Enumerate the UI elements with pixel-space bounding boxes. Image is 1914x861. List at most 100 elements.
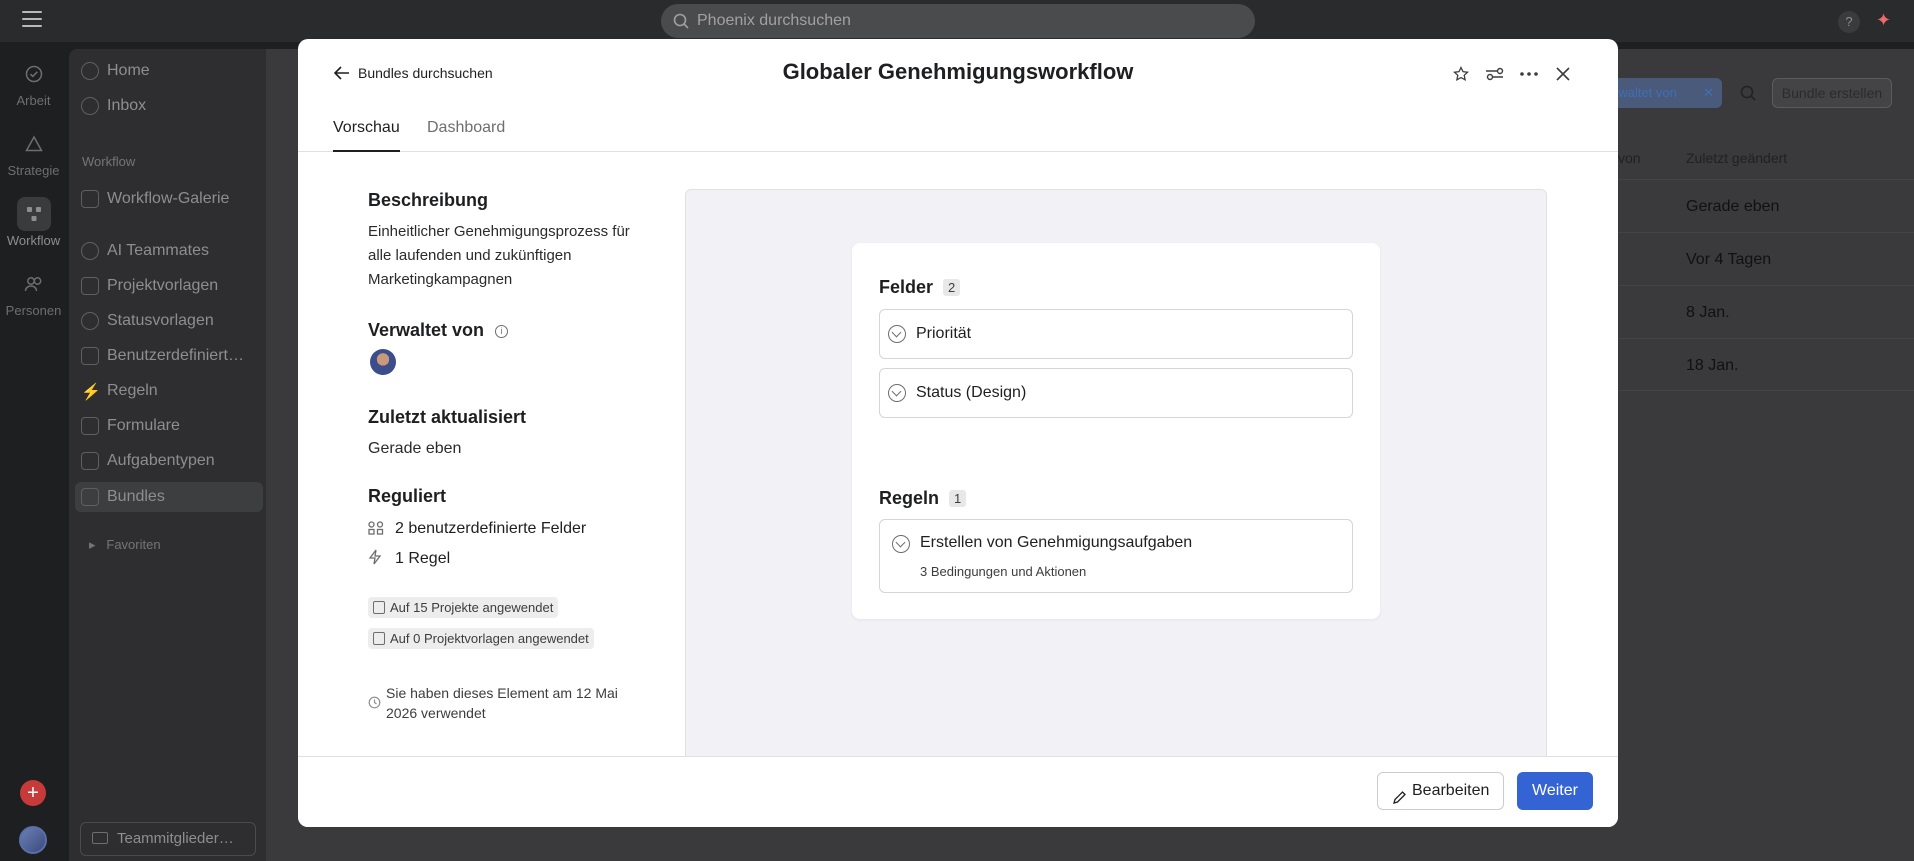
sidebar-item-label: Statusvorlagen: [107, 312, 214, 329]
column-header-von: von: [1618, 150, 1641, 166]
link-settings-icon[interactable]: [1484, 63, 1506, 85]
rules-title: Regeln: [879, 488, 940, 508]
governed-heading: Reguliert: [368, 486, 447, 506]
applied-templates-badge[interactable]: Auf 0 Projektvorlagen angewendet: [368, 628, 594, 649]
tab-bar: Vorschau Dashboard: [298, 119, 1618, 152]
info-icon[interactable]: i: [495, 325, 509, 338]
sidebar-item-label: Formulare: [107, 417, 180, 434]
governed-rules-label: 1 Regel: [395, 549, 451, 567]
managed-by-label: Verwaltet von: [368, 320, 485, 340]
people-icon: [17, 267, 51, 301]
field-item-status-design[interactable]: Status (Design): [879, 368, 1353, 418]
rule-name: Erstellen von Genehmigungsaufgaben: [920, 534, 1193, 551]
table-row[interactable]: Vor 4 Tagen: [1618, 232, 1914, 285]
sidebar-item-bundles[interactable]: Bundles: [75, 482, 263, 512]
search-icon: [673, 13, 689, 29]
sidebar-item-custom-fields[interactable]: Benutzerdefiniert…: [81, 341, 263, 371]
sidebar-item-forms[interactable]: Formulare: [81, 411, 263, 441]
lightning-icon: [368, 549, 388, 568]
sidebar-item-ai-teammates[interactable]: AI Teammates: [81, 236, 263, 266]
sidebar: Home Inbox Workflow Workflow-Galerie AI …: [69, 49, 266, 861]
status-icon: [81, 312, 99, 330]
rule-item[interactable]: Erstellen von Genehmigungsaufgaben 3 Bed…: [879, 519, 1353, 593]
invite-teammates-button[interactable]: Teammitglieder…: [80, 822, 256, 856]
rail-label: Personen: [5, 303, 62, 318]
user-avatar[interactable]: [19, 826, 47, 854]
task-type-icon: [81, 452, 99, 470]
rules-heading: Regeln 1: [879, 488, 967, 509]
custom-fields-icon: [368, 520, 388, 538]
template-icon: [81, 277, 99, 295]
help-button[interactable]: ?: [1838, 11, 1860, 33]
last-updated-heading: Zuletzt aktualisiert: [368, 407, 527, 427]
table-row[interactable]: 18 Jan.: [1618, 338, 1914, 391]
triangle-icon: [17, 127, 51, 161]
sidebar-item-workflow-gallery[interactable]: Workflow-Galerie: [81, 184, 263, 214]
rail-label: Arbeit: [16, 93, 51, 108]
close-icon[interactable]: ✕: [1703, 78, 1714, 108]
fields-title: Felder: [879, 277, 934, 297]
top-bar: Phoenix durchsuchen ? ✦: [0, 0, 1914, 42]
managed-by-heading: Verwaltet von i: [368, 320, 509, 341]
filter-chip-label: rwaltet von: [1614, 85, 1677, 100]
sidebar-item-home[interactable]: Home: [81, 56, 263, 86]
rail-item-strategie[interactable]: Strategie: [0, 127, 67, 178]
gallery-icon: [81, 190, 99, 208]
column-header-last-changed: Zuletzt geändert: [1686, 150, 1788, 166]
fields-heading: Felder 2: [879, 277, 961, 298]
bell-icon: [81, 97, 99, 115]
rule-subtitle: 3 Bedingungen und Aktionen: [920, 564, 1087, 579]
sidebar-item-inbox[interactable]: Inbox: [81, 91, 263, 121]
create-bundle-button[interactable]: Bundle erstellen: [1772, 78, 1892, 108]
create-plus-button[interactable]: +: [20, 780, 46, 806]
rules-count-badge: 1: [949, 490, 967, 507]
star-icon[interactable]: [1450, 63, 1472, 85]
sidebar-item-task-types[interactable]: Aufgabentypen: [81, 446, 263, 476]
sidebar-section-workflow: Workflow: [82, 154, 136, 169]
governed-rules-item: 1 Regel: [368, 549, 450, 568]
rail-label: Strategie: [7, 163, 60, 178]
applied-projects-badge[interactable]: Auf 15 Projekte angewendet: [368, 597, 559, 618]
rail-item-personen[interactable]: Personen: [0, 267, 67, 318]
sidebar-item-label: Benutzerdefiniert…: [107, 347, 244, 364]
modal-title: Globaler Genehmigungsworkflow: [782, 59, 1134, 84]
sidebar-item-label: Workflow-Galerie: [107, 190, 230, 207]
owner-avatar[interactable]: [370, 349, 396, 375]
menu-icon[interactable]: [22, 11, 42, 29]
rail-item-arbeit[interactable]: Arbeit: [0, 57, 67, 108]
ai-sparkle-icon[interactable]: ✦: [1876, 10, 1891, 31]
clipboard-icon: [373, 601, 385, 614]
tab-dashboard[interactable]: Dashboard: [427, 119, 505, 152]
edit-button[interactable]: Bearbeiten: [1377, 772, 1504, 810]
more-options-icon[interactable]: [1518, 63, 1540, 85]
favorites-label: Favoriten: [106, 537, 161, 552]
field-item-priority[interactable]: Priorität: [879, 309, 1353, 359]
sidebar-item-label: Home: [107, 62, 150, 79]
template-icon: [373, 632, 385, 645]
governed-fields-label: 2 benutzerdefinierte Felder: [395, 520, 587, 537]
table-row[interactable]: Gerade eben: [1618, 179, 1914, 232]
bundle-preview-panel: Felder 2 Priorität Status (Design) Regel…: [685, 189, 1547, 809]
sidebar-item-status-templates[interactable]: Statusvorlagen: [81, 306, 263, 336]
home-icon: [81, 62, 99, 80]
next-button[interactable]: Weiter: [1517, 772, 1593, 810]
governed-fields-item: 2 benutzerdefinierte Felder: [368, 520, 586, 538]
field-label: Status (Design): [916, 384, 1027, 401]
close-icon[interactable]: [1552, 63, 1574, 85]
tab-preview[interactable]: Vorschau: [333, 119, 400, 152]
sidebar-item-rules[interactable]: ⚡ Regeln: [81, 376, 263, 406]
rail-item-workflow[interactable]: Workflow: [0, 197, 67, 248]
filter-chip-managed-by[interactable]: rwaltet von ✕: [1608, 78, 1722, 108]
search-input[interactable]: Phoenix durchsuchen: [661, 4, 1255, 38]
sidebar-favorites[interactable]: ▸ Favoriten: [89, 537, 161, 553]
sidebar-item-label: AI Teammates: [107, 242, 209, 259]
sidebar-item-project-templates[interactable]: Projektvorlagen: [81, 271, 263, 301]
sidebar-item-label: Regeln: [107, 382, 158, 399]
search-icon[interactable]: [1740, 85, 1756, 106]
dropdown-circle-icon: [888, 325, 906, 343]
bundle-icon: [81, 488, 99, 506]
table-row[interactable]: 8 Jan.: [1618, 285, 1914, 338]
lightning-icon: ⚡: [81, 384, 101, 401]
field-label: Priorität: [916, 325, 972, 342]
pencil-icon: [1392, 783, 1407, 819]
